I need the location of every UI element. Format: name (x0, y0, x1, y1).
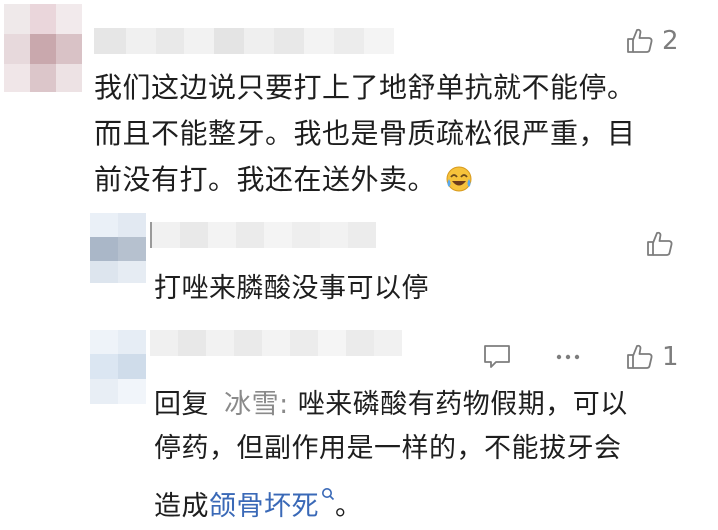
comment-line: 我们这边说只要打上了地舒单抗就不能停。 (94, 71, 636, 104)
like-button[interactable]: 1 (626, 342, 679, 372)
reply-line-text: 造成 (154, 491, 209, 522)
like-count: 2 (662, 26, 679, 56)
comment-line-text: 前没有打。我还在送外卖。 (94, 163, 437, 196)
search-icon[interactable] (321, 471, 335, 515)
more-dots-icon[interactable] (554, 342, 582, 374)
reply-line: 回复 冰雪: 唑来磷酸有药物假期，可以 (154, 383, 674, 427)
thumbs-up-icon (646, 230, 674, 258)
reply-text: 打唑来膦酸没事可以停 (154, 273, 429, 304)
comment-text: 我们这边说只要打上了地舒单抗就不能停。 而且不能整牙。我也是骨质疏松很严重，目 … (94, 65, 684, 203)
reply-line: 造成颌骨坏死 。 (154, 471, 674, 529)
comment-bubble-icon[interactable] (482, 342, 512, 374)
like-button[interactable]: 2 (626, 26, 679, 56)
reply-line-text: 。 (335, 491, 363, 522)
mention-username[interactable]: 冰雪: (224, 389, 289, 420)
avatar[interactable] (90, 213, 146, 283)
like-button[interactable] (646, 230, 674, 258)
search-keyword-link[interactable]: 颌骨坏死 (209, 491, 319, 522)
reply-line-text: 唑来磷酸有药物假期，可以 (297, 389, 628, 420)
username-blurred[interactable] (150, 330, 402, 356)
username-blurred[interactable] (150, 222, 376, 248)
reply-prefix: 回复 (154, 389, 209, 420)
thumbs-up-icon (626, 343, 654, 371)
avatar[interactable] (90, 330, 146, 404)
reply-line: 停药，但副作用是一样的，不能拔牙会 (154, 433, 622, 464)
thumbs-up-icon (626, 27, 654, 55)
reply-text: 回复 冰雪: 唑来磷酸有药物假期，可以 停药，但副作用是一样的，不能拔牙会 造成… (154, 383, 674, 529)
avatar[interactable] (4, 4, 82, 92)
comment-line: 前没有打。我还在送外卖。 (94, 157, 684, 203)
username-blurred[interactable] (94, 28, 394, 54)
tears-of-joy-emoji-icon (445, 161, 473, 192)
like-count: 1 (662, 342, 679, 372)
comment-line: 而且不能整牙。我也是骨质疏松很严重，目 (94, 117, 636, 150)
